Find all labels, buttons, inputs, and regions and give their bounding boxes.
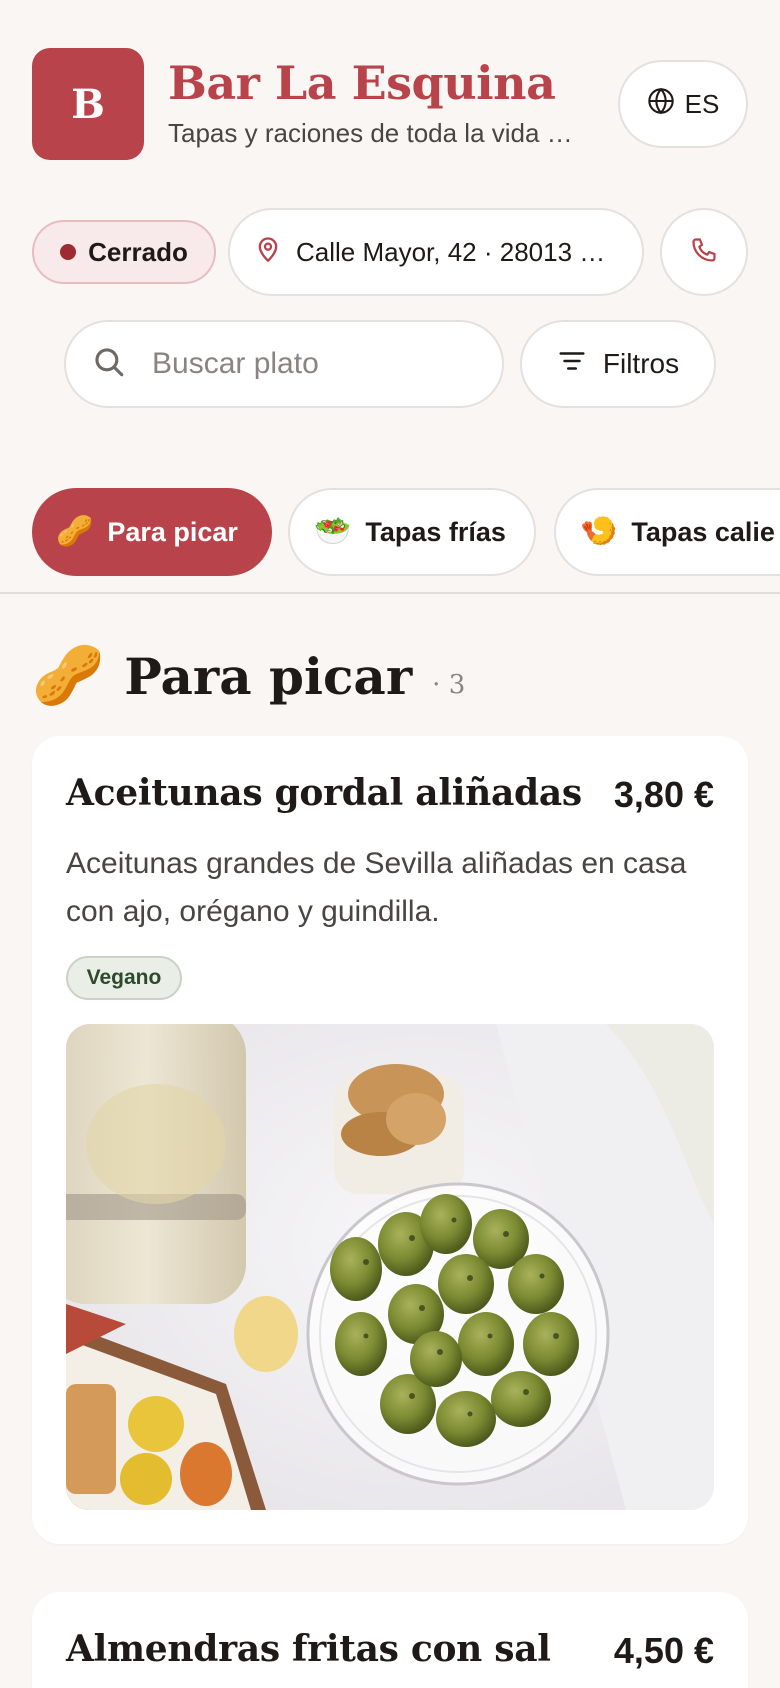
dish-card[interactable]: Aceitunas gordal aliñadas 3,80 € Aceitun… — [32, 736, 748, 1544]
restaurant-logo: B — [32, 48, 144, 160]
tab-tapas-calientes[interactable]: 🍤 Tapas calie — [554, 488, 780, 576]
tab-label: Tapas frías — [365, 516, 506, 547]
peanut-icon: 🥜 — [32, 643, 105, 708]
section-count: · 3 — [432, 670, 466, 700]
status-label: Cerrado — [88, 236, 188, 267]
tab-para-picar[interactable]: 🥜 Para picar — [32, 488, 272, 576]
salad-icon: 🥗 — [314, 515, 352, 548]
search-box[interactable] — [64, 320, 504, 408]
section-heading: 🥜 Para picar · 3 — [32, 636, 465, 716]
category-tabs: 🥜 Para picar 🥗 Tapas frías 🍤 Tapas calie — [0, 488, 780, 576]
dish-price: 3,80 € — [613, 774, 714, 815]
filters-label: Filtros — [602, 348, 680, 379]
tab-tapas-frias[interactable]: 🥗 Tapas frías — [288, 488, 536, 576]
dish-photo — [66, 1024, 714, 1510]
dish-price: 4,50 € — [613, 1630, 714, 1671]
language-label: ES — [684, 88, 720, 119]
search-row: Filtros — [64, 320, 716, 408]
search-input[interactable] — [152, 347, 452, 381]
tabs-divider — [0, 592, 780, 594]
search-icon — [92, 345, 126, 384]
filter-lines-icon — [557, 346, 587, 383]
shrimp-icon: 🍤 — [580, 515, 618, 548]
address-link[interactable]: Calle Mayor, 42 · 28013 … — [228, 208, 644, 296]
filters-button[interactable]: Filtros — [520, 320, 716, 408]
address-text: Calle Mayor, 42 · 28013 … — [296, 236, 606, 267]
restaurant-tagline: Tapas y raciones de toda la vida … — [168, 118, 573, 148]
logo-letter: B — [71, 80, 105, 128]
status-badge: Cerrado — [32, 220, 216, 284]
section-title: Para picar — [124, 646, 413, 706]
status-dot — [60, 244, 77, 260]
dish-card[interactable]: Almendras fritas con sal 4,50 € — [32, 1592, 748, 1688]
language-button[interactable]: ES — [618, 60, 748, 148]
peanut-icon: 🥜 — [56, 515, 94, 548]
dish-description: Aceitunas grandes de Sevilla aliñadas en… — [66, 847, 687, 928]
info-row: Cerrado Calle Mayor, 42 · 28013 … — [32, 208, 748, 296]
phone-icon — [690, 236, 718, 269]
call-button[interactable] — [660, 208, 748, 296]
dish-name: Almendras fritas con sal — [66, 1628, 551, 1670]
restaurant-name: Bar La Esquina — [168, 56, 556, 110]
globe-icon — [647, 87, 675, 122]
tab-label: Tapas calie — [631, 516, 775, 547]
header: B Bar La Esquina Tapas y raciones de tod… — [32, 48, 748, 160]
diet-tag: Vegano — [66, 956, 182, 1000]
dish-name: Aceitunas gordal aliñadas — [66, 772, 582, 814]
tab-label: Para picar — [107, 516, 238, 547]
map-pin-icon — [254, 235, 282, 270]
